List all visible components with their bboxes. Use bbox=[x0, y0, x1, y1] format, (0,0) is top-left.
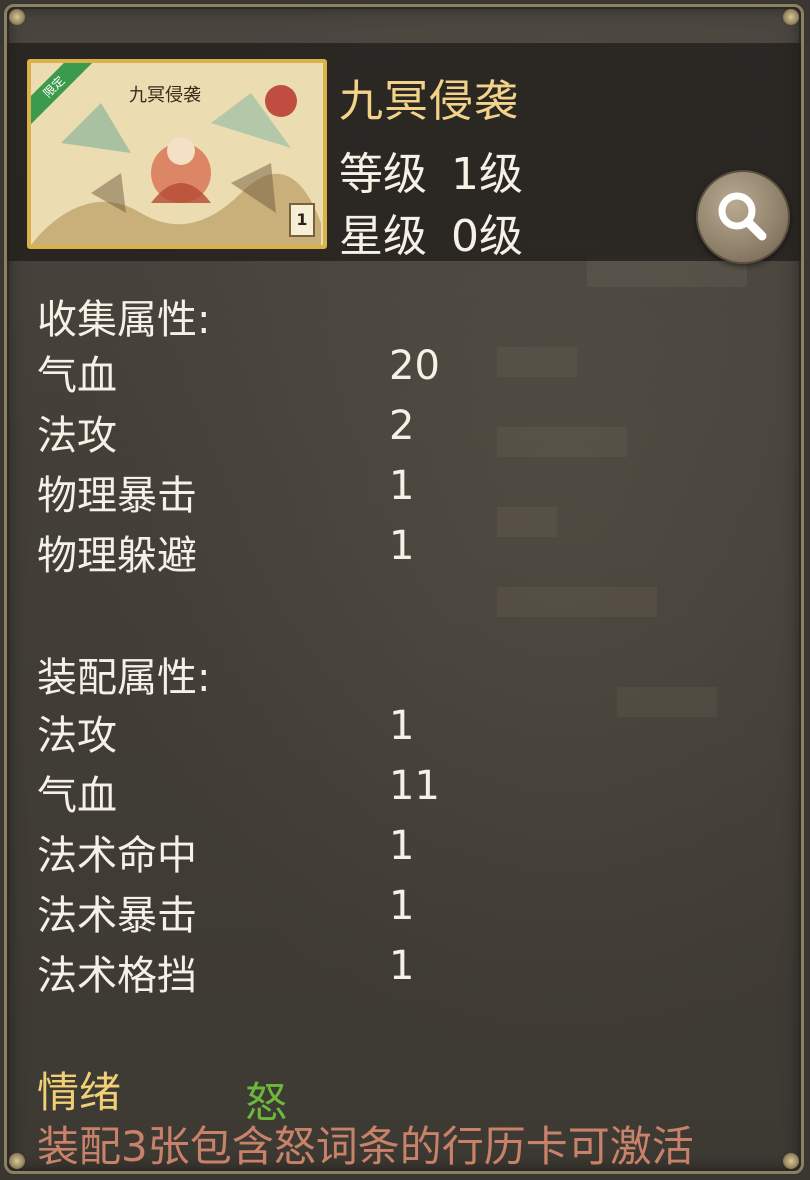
corner-ornament bbox=[9, 9, 25, 25]
stat-value: 11 bbox=[389, 763, 440, 809]
collection-title: 收集属性: bbox=[37, 297, 211, 343]
star-value: 0级 bbox=[451, 211, 523, 262]
level-line: 等级 1级 bbox=[339, 138, 547, 202]
stat-value: 1 bbox=[389, 523, 415, 569]
stat-label: 法术命中 bbox=[37, 833, 197, 879]
equip-title: 装配属性: bbox=[37, 655, 211, 701]
card-art-title: 九冥侵袭 bbox=[129, 85, 201, 106]
stat-label: 法术格挡 bbox=[37, 953, 197, 999]
collection-row: 法攻 2 bbox=[37, 403, 467, 463]
magnifier-icon bbox=[718, 192, 767, 241]
collection-row: 气血 20 bbox=[37, 343, 467, 403]
emotion-title: 情绪 bbox=[37, 1068, 122, 1117]
equip-row: 法术命中 1 bbox=[37, 823, 467, 883]
stat-value: 1 bbox=[389, 703, 415, 749]
collection-row: 物理躲避 1 bbox=[37, 523, 467, 583]
equip-row: 法攻 1 bbox=[37, 703, 467, 763]
corner-ornament bbox=[783, 9, 799, 25]
stat-value: 1 bbox=[389, 883, 415, 929]
card-header: 限定 九冥侵袭 1 九冥侵袭 等级 1级 星级 0级 bbox=[7, 43, 801, 264]
level-value: 1级 bbox=[451, 149, 523, 200]
card-number-badge: 1 bbox=[289, 203, 315, 237]
stat-label: 法攻 bbox=[37, 713, 117, 759]
card-name: 九冥侵袭 bbox=[339, 76, 519, 127]
stat-label: 气血 bbox=[37, 353, 117, 399]
corner-ornament bbox=[783, 1153, 799, 1169]
activation-hint: 装配3张包含怒词条的行历卡可激活 bbox=[37, 1122, 694, 1171]
corner-ornament bbox=[9, 1153, 25, 1169]
card-detail-panel: 限定 九冥侵袭 1 九冥侵袭 等级 1级 星级 0级 收集属性: 气血 20 法攻 … bbox=[4, 4, 804, 1174]
stat-label: 物理躲避 bbox=[37, 533, 197, 579]
star-label: 星级 bbox=[339, 211, 427, 262]
stat-label: 法攻 bbox=[37, 413, 117, 459]
stat-label: 气血 bbox=[37, 773, 117, 819]
star-line: 星级 0级 bbox=[339, 200, 547, 264]
stat-label: 物理暴击 bbox=[37, 473, 197, 519]
card-thumbnail[interactable]: 限定 九冥侵袭 1 bbox=[27, 59, 327, 249]
stat-value: 1 bbox=[389, 823, 415, 869]
stat-value: 2 bbox=[389, 403, 415, 449]
equip-row: 法术暴击 1 bbox=[37, 883, 467, 943]
background-decoration bbox=[497, 257, 747, 717]
stat-value: 1 bbox=[389, 463, 415, 509]
stat-label: 法术暴击 bbox=[37, 893, 197, 939]
search-button[interactable] bbox=[696, 170, 790, 264]
equip-row: 气血 11 bbox=[37, 763, 467, 823]
stat-value: 1 bbox=[389, 943, 415, 989]
equip-row: 法术格挡 1 bbox=[37, 943, 467, 1003]
stat-value: 20 bbox=[389, 343, 440, 389]
level-label: 等级 bbox=[339, 149, 427, 200]
collection-row: 物理暴击 1 bbox=[37, 463, 467, 523]
